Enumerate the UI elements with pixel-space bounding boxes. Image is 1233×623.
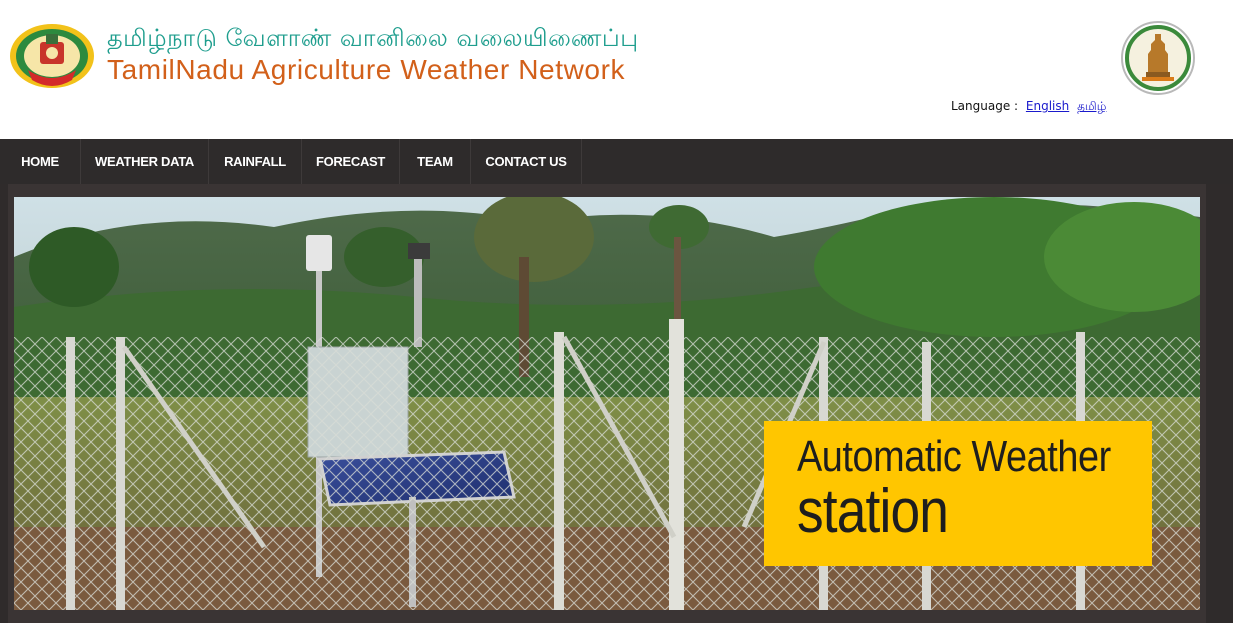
nav-item-forecast[interactable]: FORECAST bbox=[302, 139, 400, 184]
site-title-english: TamilNadu Agriculture Weather Network bbox=[107, 54, 626, 85]
nav-item-home[interactable]: HOME bbox=[0, 139, 81, 184]
site-header: தமிழ்நாடு வேளாண் வானிலை வலையிணைப்பு Tami… bbox=[0, 0, 1233, 139]
tnau-emblem-icon[interactable] bbox=[8, 22, 96, 90]
language-tamil-link[interactable]: தமிழ் bbox=[1077, 99, 1106, 113]
main-navigation: HOME WEATHER DATA RAINFALL FORECAST TEAM… bbox=[0, 139, 1233, 184]
nav-item-weather-data[interactable]: WEATHER DATA bbox=[81, 139, 209, 184]
language-english-link[interactable]: English bbox=[1026, 99, 1069, 113]
banner-caption-line1: Automatic Weather bbox=[797, 432, 1111, 481]
nav-item-contact-us[interactable]: CONTACT US bbox=[471, 139, 582, 184]
tamilnadu-state-emblem-icon bbox=[1121, 21, 1195, 95]
language-label: Language : bbox=[951, 99, 1019, 113]
nav-item-team[interactable]: TEAM bbox=[400, 139, 471, 184]
site-title-tamil: தமிழ்நாடு வேளாண் வானிலை வலையிணைப்பு bbox=[107, 24, 639, 52]
banner-caption-line2: station bbox=[797, 477, 949, 546]
language-switcher: Language : English தமிழ் bbox=[951, 99, 1106, 115]
nav-item-rainfall[interactable]: RAINFALL bbox=[209, 139, 302, 184]
